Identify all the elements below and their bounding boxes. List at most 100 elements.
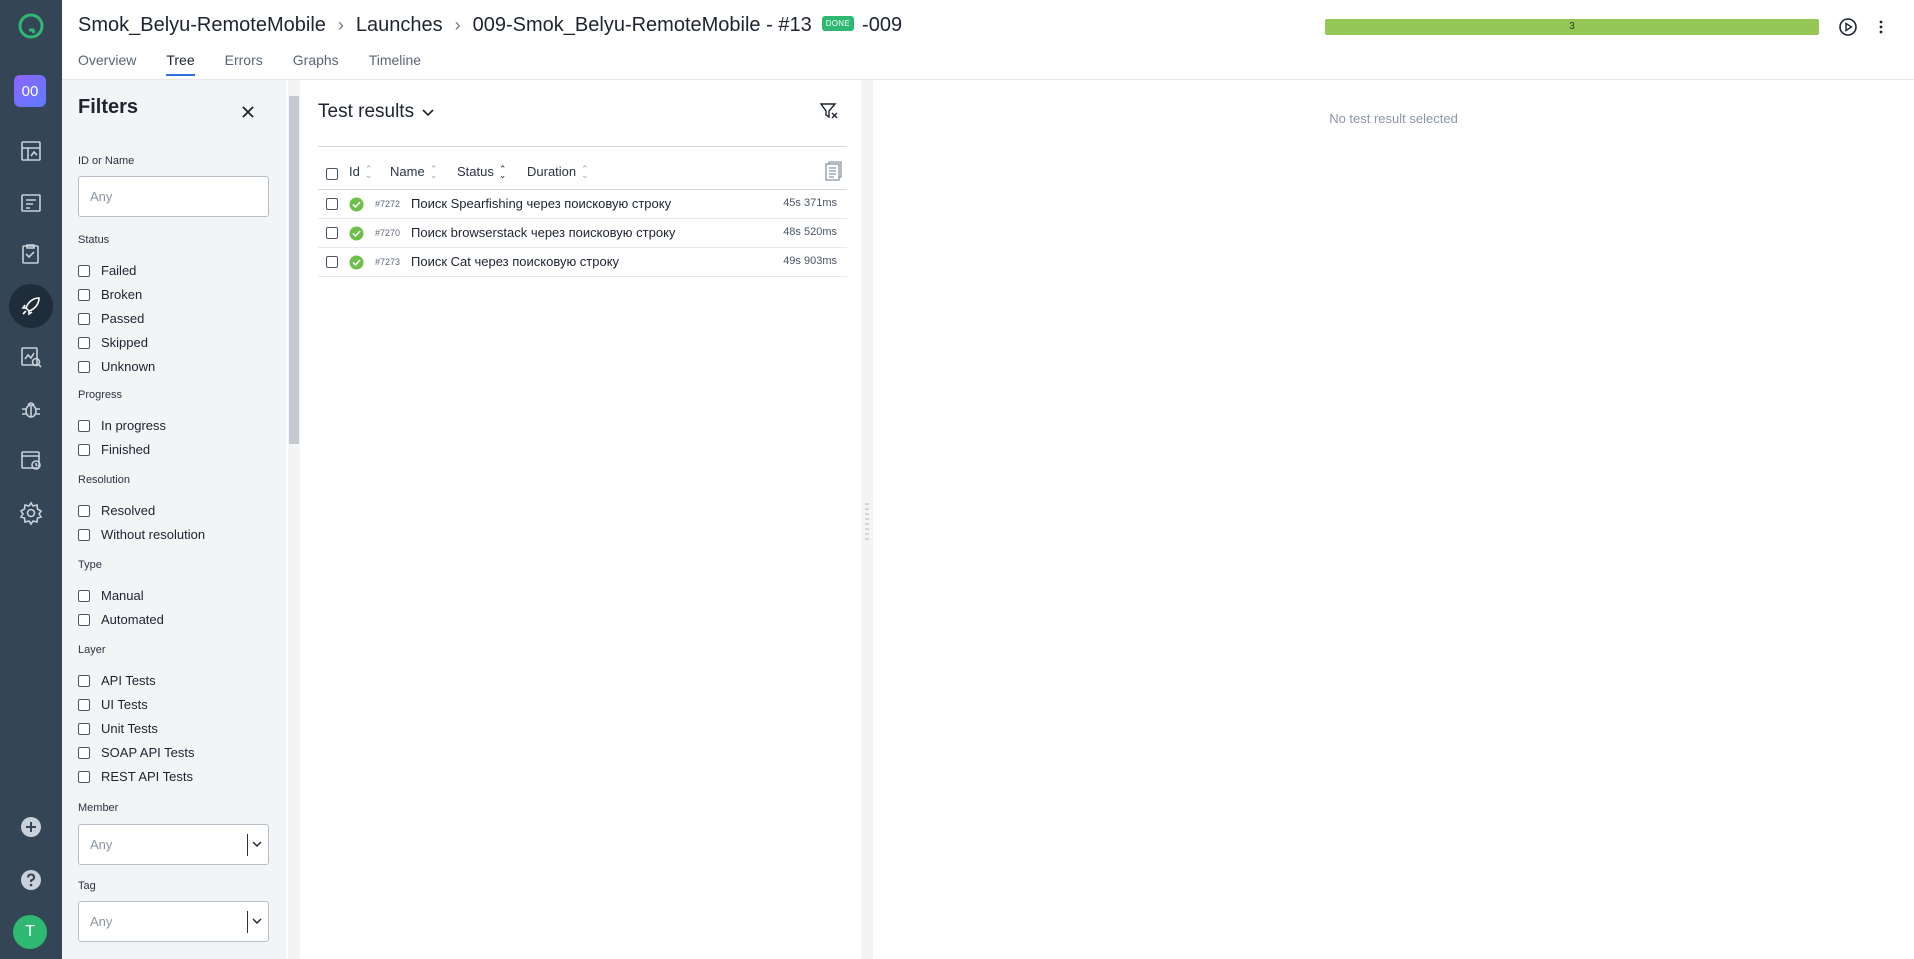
row-duration: 49s 903ms [783,255,837,267]
checkbox[interactable] [78,698,90,711]
table-header: Id ⌃ ⌄ Name ⌃ ⌄ Status ⌃ ⌄ Duration ⌃ ⌄ [318,158,847,190]
select-all-checkbox[interactable] [326,168,338,180]
checkbox[interactable] [78,746,90,759]
chevron-right-icon: › [454,15,461,35]
type-manual-checkbox[interactable]: Manual [78,588,144,603]
tab-overview[interactable]: Overview [78,52,136,76]
passed-status-icon [349,197,364,212]
checkbox[interactable] [78,288,90,301]
more-menu-icon[interactable] [1875,16,1887,38]
page-header: Smok_Belyu-RemoteMobile › Launches › 009… [62,0,1914,80]
row-id: #7270 [375,228,401,238]
progress-finished-checkbox[interactable]: Finished [78,442,150,457]
breadcrumb-project[interactable]: Smok_Belyu-RemoteMobile [78,14,326,37]
results-title-dropdown[interactable]: Test results [318,101,435,123]
row-duration: 48s 520ms [783,226,837,238]
analytics-icon[interactable] [9,337,53,377]
member-select[interactable]: Any [78,824,269,865]
project-badge[interactable]: 00 [14,75,46,107]
test-plans-icon[interactable] [9,234,53,274]
table-row[interactable]: #7272 Поиск Spearfishing через поисковую… [318,190,847,219]
test-cases-icon[interactable] [9,183,53,223]
chevron-down-icon [252,918,262,924]
tag-label: Tag [78,880,96,892]
checkbox[interactable] [78,613,90,626]
divider [318,146,847,147]
help-icon[interactable] [9,860,53,900]
checkbox-label: Without resolution [101,527,206,542]
checkbox[interactable] [78,528,90,541]
tab-errors[interactable]: Errors [225,52,263,76]
tab-graphs[interactable]: Graphs [293,52,339,76]
layer-api-checkbox[interactable]: API Tests [78,673,156,688]
checkbox[interactable] [78,336,90,349]
sort-desc-icon: ⌃ ⌄ [498,163,507,180]
column-name[interactable]: Name ⌃ ⌄ [390,164,437,179]
add-icon[interactable] [9,807,53,847]
settings-icon[interactable] [9,493,53,533]
close-icon[interactable] [240,104,256,120]
row-id: #7273 [375,257,401,267]
column-label: Status [457,164,494,179]
resolution-resolved-checkbox[interactable]: Resolved [78,503,155,518]
column-settings-icon[interactable] [821,160,845,184]
row-checkbox[interactable] [326,198,338,210]
clear-filter-icon[interactable] [818,100,840,122]
launches-icon[interactable] [9,286,53,326]
table-row[interactable]: #7273 Поиск Cat через поисковую строку 4… [318,248,847,277]
column-status[interactable]: Status ⌃ ⌄ [457,164,506,179]
row-checkbox[interactable] [326,256,338,268]
sort-icon: ⌃ ⌄ [429,163,438,180]
filters-title: Filters [78,96,139,118]
layer-unit-checkbox[interactable]: Unit Tests [78,721,158,736]
results-title: Test results [318,101,415,122]
layer-rest-checkbox[interactable]: REST API Tests [78,769,193,784]
status-passed-checkbox[interactable]: Passed [78,311,144,326]
type-label: Type [78,559,102,571]
checkbox[interactable] [78,360,90,373]
checkbox[interactable] [78,770,90,783]
dashboard-icon[interactable] [9,131,53,171]
status-skipped-checkbox[interactable]: Skipped [78,335,148,350]
drag-handle-icon[interactable] [865,501,869,541]
checkbox[interactable] [78,312,90,325]
layer-ui-checkbox[interactable]: UI Tests [78,697,148,712]
breadcrumb-launches[interactable]: Launches [356,14,443,37]
rerun-icon[interactable] [1837,16,1859,38]
table-row[interactable]: #7270 Поиск browserstack через поисковую… [318,219,847,248]
checkbox[interactable] [78,504,90,517]
checkbox[interactable] [78,589,90,602]
column-id[interactable]: Id ⌃ ⌄ [349,164,372,179]
tab-tree[interactable]: Tree [166,52,195,76]
detail-panel: No test result selected [873,80,1914,959]
filters-scrollbar-thumb[interactable] [289,96,299,444]
column-duration[interactable]: Duration ⌃ ⌄ [527,164,589,179]
row-name: Поиск browserstack через поисковую строк… [411,225,676,240]
type-automated-checkbox[interactable]: Automated [78,612,164,627]
defects-icon[interactable] [9,389,53,429]
row-name: Поиск Cat через поисковую строку [411,254,620,269]
avatar[interactable]: T [13,915,47,949]
status-broken-checkbox[interactable]: Broken [78,287,142,302]
status-unknown-checkbox[interactable]: Unknown [78,359,155,374]
tag-select[interactable]: Any [78,901,269,942]
layer-label: Layer [78,644,106,656]
checkbox[interactable] [78,264,90,277]
checkbox[interactable] [78,443,90,456]
tab-timeline[interactable]: Timeline [369,52,421,76]
progress-in-progress-checkbox[interactable]: In progress [78,418,166,433]
layer-soap-checkbox[interactable]: SOAP API Tests [78,745,194,760]
status-failed-checkbox[interactable]: Failed [78,263,136,278]
jobs-icon[interactable] [9,440,53,480]
app-logo-icon[interactable] [9,6,53,46]
id-name-input[interactable]: Any [78,176,269,217]
checkbox-label: Passed [101,311,145,326]
checkbox[interactable] [78,674,90,687]
checkbox-label: API Tests [101,673,156,688]
checkbox-label: Broken [101,287,143,302]
row-checkbox[interactable] [326,227,338,239]
resolution-without-checkbox[interactable]: Without resolution [78,527,205,542]
row-duration: 45s 371ms [783,197,837,209]
checkbox[interactable] [78,419,90,432]
checkbox[interactable] [78,722,90,735]
